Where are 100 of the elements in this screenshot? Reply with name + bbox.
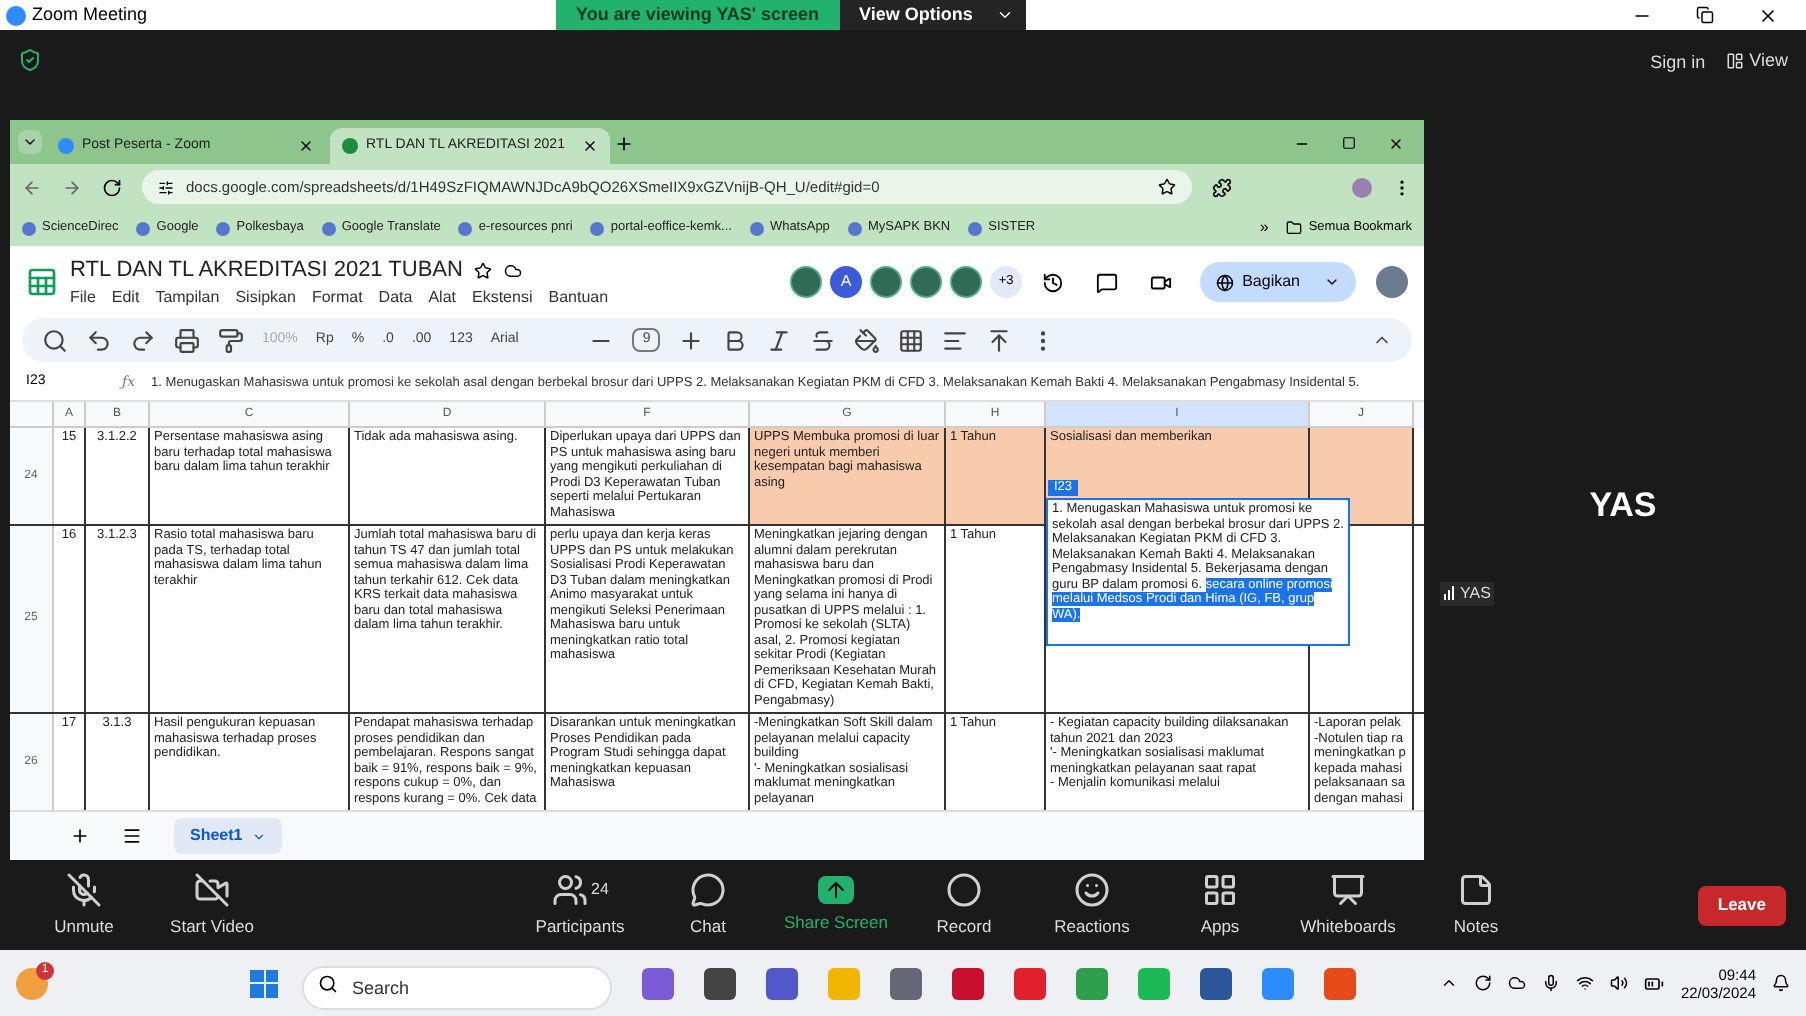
search-field[interactable]: Search	[302, 965, 612, 1009]
menu-item[interactable]: Bantuan	[548, 286, 609, 311]
view-button[interactable]: View	[1725, 48, 1788, 75]
site-icon	[590, 221, 605, 235]
share-button[interactable]: Bagikan	[1200, 262, 1356, 302]
history-icon[interactable]	[1042, 271, 1065, 293]
meeting-control-button[interactable]: Start Video	[148, 871, 276, 939]
menu-item[interactable]: Format	[311, 286, 363, 311]
star-icon[interactable]	[474, 261, 493, 279]
meeting-control-button[interactable]: Chat	[644, 871, 772, 939]
undo-icon[interactable]	[86, 327, 112, 353]
vertical-align-icon[interactable]	[986, 327, 1013, 353]
menu-item[interactable]: Sisipkan	[235, 286, 296, 311]
meeting-control-button[interactable]: Whiteboards	[1284, 871, 1412, 939]
battery-icon[interactable]	[1644, 973, 1665, 993]
avatar	[790, 266, 823, 298]
fill-color-icon[interactable]	[854, 327, 881, 353]
menu-item[interactable]: Alat	[428, 286, 456, 311]
add-sheet-icon[interactable]	[70, 826, 90, 846]
cloud-icon	[504, 261, 523, 279]
redo-icon[interactable]	[130, 327, 156, 353]
volume-icon[interactable]	[1610, 974, 1629, 992]
increase-font-icon[interactable]	[678, 327, 705, 353]
meeting-control-button[interactable]: Unmute	[20, 871, 148, 939]
menu-item[interactable]: File	[70, 286, 96, 311]
window-title: Zoom Meeting	[32, 1, 148, 28]
avatar: A	[830, 266, 863, 298]
site-icon	[749, 221, 764, 235]
all-sheets-icon[interactable]	[122, 826, 142, 846]
close-icon[interactable]	[1388, 136, 1404, 152]
caret-icon	[252, 829, 267, 843]
view-icon	[1725, 52, 1744, 71]
taskbar-app-icon[interactable]	[890, 967, 922, 999]
sync-icon[interactable]	[1474, 974, 1493, 992]
view-options-button[interactable]: View Options	[839, 0, 1027, 30]
apps-icon	[1202, 871, 1238, 908]
restore-icon[interactable]	[1342, 136, 1356, 150]
taskbar-app-icon[interactable]	[952, 967, 984, 999]
caret-icon	[996, 6, 1015, 24]
cloud-icon[interactable]	[1508, 974, 1527, 992]
shield-icon	[18, 48, 42, 72]
sign-in-link[interactable]: Sign in	[1650, 50, 1706, 77]
microphone-icon[interactable]	[1542, 974, 1561, 992]
forward-icon[interactable]	[62, 177, 82, 197]
site-icon	[136, 221, 151, 235]
menu-item[interactable]: Tampilan	[155, 286, 220, 311]
site-icon	[847, 221, 862, 235]
reload-icon[interactable]	[102, 177, 122, 197]
search-icon	[318, 973, 338, 993]
folder-icon	[1286, 220, 1303, 236]
participant-count: 24	[591, 877, 609, 902]
close-icon[interactable]	[298, 138, 314, 154]
leave-button[interactable]: Leave	[1697, 885, 1786, 925]
meeting-control-button[interactable]: Share Screen	[772, 875, 900, 935]
document-title: RTL DAN TL AKREDITASI 2021 TUBAN	[70, 255, 463, 286]
more-bookmarks-button[interactable]: »	[1259, 216, 1269, 240]
site-icon	[22, 221, 36, 235]
borders-icon[interactable]	[898, 327, 925, 353]
notification-bell-icon[interactable]	[1772, 974, 1790, 992]
close-icon[interactable]	[582, 138, 598, 154]
meeting-control-button[interactable]: 24 Participants	[516, 871, 644, 939]
taskbar-app-icon[interactable]	[1200, 967, 1232, 999]
user-avatar	[1376, 266, 1408, 298]
taskbar-app-icon[interactable]	[642, 967, 674, 999]
caret-icon	[1324, 274, 1340, 290]
strikethrough-icon[interactable]	[810, 327, 837, 353]
taskbar-app-icon[interactable]	[1014, 967, 1046, 999]
italic-icon[interactable]	[766, 327, 793, 353]
whiteboard-icon	[1330, 871, 1366, 908]
bookmark-star-icon[interactable]	[1158, 178, 1176, 196]
taskbar-app-icon[interactable]	[704, 967, 736, 999]
wifi-icon[interactable]	[1576, 974, 1595, 992]
restore-icon[interactable]	[1696, 6, 1714, 24]
menu-item[interactable]: Ekstensi	[472, 286, 533, 311]
zoom-logo-icon	[6, 5, 26, 25]
new-tab-icon[interactable]	[614, 134, 634, 154]
site-icon	[458, 221, 473, 235]
back-icon[interactable]	[22, 177, 42, 197]
record-icon	[946, 871, 982, 908]
meeting-control-button[interactable]: Record	[900, 871, 1028, 939]
paint-format-icon[interactable]	[218, 327, 244, 353]
comments-icon[interactable]	[1096, 271, 1119, 293]
align-icon[interactable]	[942, 327, 969, 353]
tab-search-icon[interactable]	[18, 130, 42, 154]
meeting-control-button[interactable]: Notes	[1412, 871, 1540, 939]
menu-item[interactable]: Edit	[111, 286, 140, 311]
meet-icon[interactable]	[1150, 271, 1173, 293]
bold-icon[interactable]	[722, 327, 749, 353]
taskbar-app-icon[interactable]	[766, 967, 798, 999]
meeting-control-button[interactable]: Reactions	[1028, 871, 1156, 939]
sheet-tab[interactable]: Sheet1	[174, 818, 283, 854]
print-icon[interactable]	[174, 327, 200, 353]
meeting-control-button[interactable]: Apps	[1156, 871, 1284, 939]
menu-item[interactable]: Data	[378, 286, 413, 311]
avatar	[870, 266, 903, 298]
close-icon[interactable]	[1758, 5, 1778, 25]
tray-chevron-icon[interactable]	[1440, 974, 1459, 992]
extensions-icon[interactable]	[1212, 177, 1232, 197]
windows-start-icon[interactable]	[250, 969, 278, 997]
search-icon[interactable]	[42, 327, 68, 353]
